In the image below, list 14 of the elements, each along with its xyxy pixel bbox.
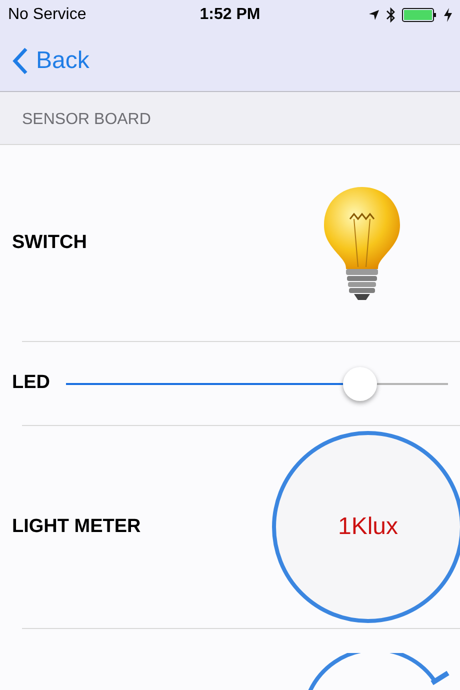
row-label: LED [12,372,50,394]
slider-thumb[interactable] [343,366,378,401]
row-label: LIGHT METER [12,516,141,538]
row-label: SWITCH [12,230,87,255]
led-slider[interactable] [66,366,448,401]
battery-icon [402,8,438,22]
chevron-left-icon [12,46,28,74]
meter-reading: 1Klux [338,512,398,542]
bluetooth-icon [386,7,396,23]
back-button[interactable]: Back [12,42,90,78]
section-header: SENSOR BOARD [22,110,151,130]
clock-text: 1:52 PM [200,5,260,25]
carrier-text: No Service [8,5,86,25]
location-arrow-icon [368,9,380,21]
